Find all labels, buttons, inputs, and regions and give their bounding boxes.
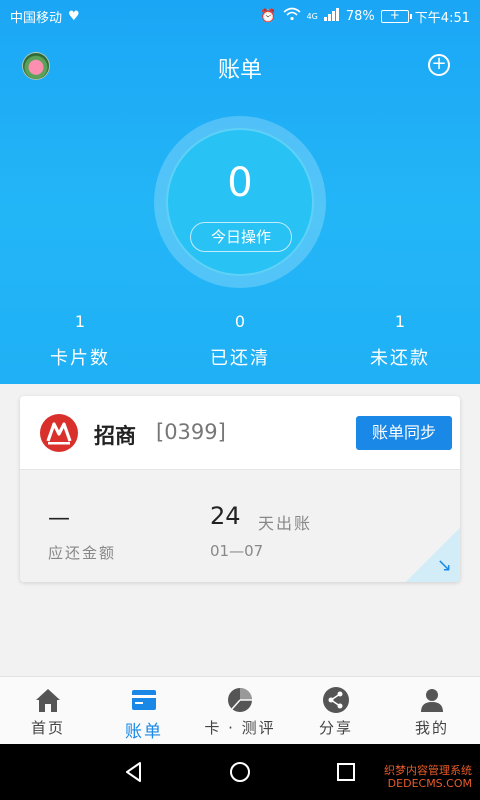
stat-paid-off[interactable]: 0 已还清 bbox=[160, 312, 320, 370]
tab-card-review[interactable]: 卡 · 测评 bbox=[192, 677, 288, 744]
battery-percent: 78% bbox=[345, 8, 375, 24]
back-icon[interactable] bbox=[122, 760, 146, 784]
stat-value: 1 bbox=[74, 312, 86, 331]
card-details: — 应还金额 24 天出账 01—07 ↘ bbox=[20, 470, 460, 582]
bill-sync-button[interactable]: 账单同步 bbox=[356, 416, 452, 450]
empty-area bbox=[0, 596, 480, 676]
days-until-bill: 24 bbox=[210, 502, 241, 530]
today-count: 0 bbox=[227, 160, 253, 206]
stats-row: 1 卡片数 0 已还清 1 未还款 bbox=[0, 312, 480, 370]
status-bar: 中国移动 ♥ ⏰ 4G 78% + 下午4:51 bbox=[0, 0, 480, 32]
signal-icon bbox=[323, 7, 340, 25]
bill-icon bbox=[132, 690, 156, 710]
bottom-tab-bar: 首页 账单 卡 · 测评 分享 我的 bbox=[0, 676, 480, 744]
watermark-line: DEDECMS.COM bbox=[387, 777, 472, 790]
share-icon bbox=[323, 687, 349, 713]
credit-card-item[interactable]: 招商 [0399] 账单同步 — 应还金额 24 天出账 01—07 ↘ bbox=[20, 396, 460, 582]
stat-card-count[interactable]: 1 卡片数 bbox=[0, 312, 160, 370]
watermark-line: 织梦内容管理系统 bbox=[384, 764, 472, 777]
network-type-label: 4G bbox=[306, 11, 318, 21]
card-header: 招商 [0399] 账单同步 bbox=[20, 396, 460, 470]
system-nav-bar: 织梦内容管理系统 DEDECMS.COM bbox=[0, 744, 480, 800]
today-ring: 0 今日操作 bbox=[154, 116, 326, 288]
due-amount-label: 应还金额 bbox=[48, 544, 117, 562]
stat-value: 1 bbox=[394, 312, 406, 331]
home-circle-icon[interactable] bbox=[228, 760, 252, 784]
heart-icon: ♥ bbox=[68, 8, 80, 24]
tab-label: 首页 bbox=[30, 719, 65, 737]
stat-label: 已还清 bbox=[210, 348, 270, 369]
battery-icon: + bbox=[380, 8, 412, 23]
header-background: 中国移动 ♥ ⏰ 4G 78% + 下午4:51 账单 + 0 今日操作 1 卡… bbox=[0, 0, 480, 384]
tab-label: 账单 bbox=[125, 722, 163, 742]
user-icon bbox=[421, 689, 443, 712]
stat-label: 未还款 bbox=[370, 348, 430, 369]
top-bar: 账单 + bbox=[0, 46, 480, 88]
tab-share[interactable]: 分享 bbox=[288, 677, 384, 744]
alarm-icon: ⏰ bbox=[260, 8, 277, 24]
tab-mine[interactable]: 我的 bbox=[384, 677, 480, 744]
arrow-down-right-icon: ↘ bbox=[436, 555, 452, 576]
days-until-bill-label: 天出账 bbox=[258, 514, 313, 533]
bank-name: 招商 bbox=[94, 424, 136, 448]
today-operation-button[interactable]: 今日操作 bbox=[190, 222, 292, 252]
bill-date: 01—07 bbox=[210, 542, 264, 560]
stat-unpaid[interactable]: 1 未还款 bbox=[320, 312, 480, 370]
cmb-bank-logo-icon bbox=[40, 414, 78, 452]
tab-bill[interactable]: 账单 bbox=[96, 677, 192, 744]
card-number: [0399] bbox=[156, 420, 226, 444]
page-title: 账单 bbox=[217, 58, 262, 83]
stat-value: 0 bbox=[234, 312, 246, 331]
carrier-label: 中国移动 bbox=[10, 10, 63, 26]
tab-label: 分享 bbox=[318, 719, 353, 737]
home-icon bbox=[36, 689, 60, 712]
expand-corner[interactable]: ↘ bbox=[406, 528, 460, 582]
clock-time: 下午4:51 bbox=[414, 10, 470, 26]
stat-label: 卡片数 bbox=[50, 348, 110, 369]
plus-icon: + bbox=[431, 53, 447, 74]
wifi-icon bbox=[283, 7, 301, 25]
pie-chart-icon bbox=[228, 688, 252, 712]
due-amount: — bbox=[48, 506, 70, 531]
today-circle: 0 今日操作 bbox=[166, 128, 314, 276]
recent-apps-icon[interactable] bbox=[334, 760, 358, 784]
tab-label: 卡 · 测评 bbox=[204, 719, 276, 737]
add-button[interactable]: + bbox=[428, 54, 450, 76]
tab-home[interactable]: 首页 bbox=[0, 677, 96, 744]
tab-label: 我的 bbox=[414, 719, 449, 737]
watermark: 织梦内容管理系统 DEDECMS.COM bbox=[384, 764, 472, 790]
